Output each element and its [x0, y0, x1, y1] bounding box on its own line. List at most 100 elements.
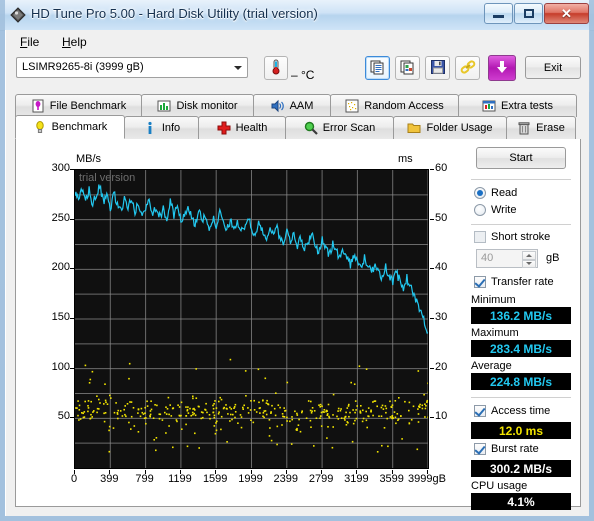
copy-image-button[interactable]: [395, 56, 420, 80]
tab-disk-monitor-label: Disk monitor: [176, 100, 238, 112]
x-tick-mark: [74, 470, 75, 474]
magnifier-icon: [304, 121, 318, 135]
tab-extra-tests-label: Extra tests: [501, 100, 553, 112]
short-stroke-spin-buttons[interactable]: [522, 251, 536, 268]
chart-canvas: [75, 170, 428, 468]
tab-random-access-label: Random Access: [364, 100, 444, 112]
checkbox-transfer-rate-label: Transfer rate: [491, 276, 554, 288]
link-button[interactable]: [455, 56, 480, 80]
radio-write[interactable]: Write: [474, 204, 516, 216]
download-arrow-icon: [494, 59, 510, 78]
y-tick-label: 300: [51, 162, 70, 174]
checkbox-short-stroke-indicator[interactable]: [474, 231, 486, 243]
benchmark-sidebar: Start Read Write Short stroke 40 gB Tran…: [468, 147, 574, 510]
save-button[interactable]: [425, 56, 450, 80]
burst-rate-value-text: 300.2 MB/s: [489, 461, 553, 476]
y-axis-unit-label: MB/s: [76, 153, 102, 165]
exit-button[interactable]: Exit: [525, 56, 581, 79]
tab-benchmark[interactable]: Benchmark: [15, 115, 125, 139]
spin-up-icon[interactable]: [522, 251, 536, 260]
y-tick-label: 250: [51, 211, 70, 224]
x-tick-label: 3999gB: [408, 473, 446, 485]
x-tick-mark: [321, 470, 323, 474]
tab-erase[interactable]: Erase: [506, 116, 576, 139]
scatter-icon: [345, 99, 359, 113]
tab-file-benchmark-label: File Benchmark: [49, 100, 127, 112]
tab-error-scan[interactable]: Error Scan: [285, 116, 394, 139]
menu-file-rest: ile: [27, 35, 40, 49]
radio-write-indicator[interactable]: [474, 204, 486, 216]
y-tick-label: 200: [51, 261, 70, 274]
checkbox-burst-rate-indicator[interactable]: [474, 443, 486, 455]
tab-info[interactable]: Info: [124, 116, 199, 139]
spin-down-icon[interactable]: [522, 259, 536, 268]
tab-bar: File Benchmark Disk monitor AAM Random A…: [15, 94, 581, 140]
tab-info-label: Info: [161, 122, 181, 134]
tab-erase-label: Erase: [536, 122, 565, 134]
y2-tick-mark: [430, 218, 434, 220]
tab-health[interactable]: Health: [198, 116, 286, 139]
maximum-value: 283.4 MB/s: [471, 340, 571, 357]
tab-random-access[interactable]: Random Access: [330, 94, 459, 117]
drive-select-value: LSIMR9265-8i (3999 gB): [22, 61, 144, 73]
drive-select[interactable]: LSIMR9265-8i (3999 gB): [16, 57, 248, 78]
chevron-down-icon[interactable]: [229, 59, 246, 76]
y2-tick-mark: [430, 169, 434, 170]
minimize-button[interactable]: [484, 3, 513, 24]
y-tick-label: 100: [51, 360, 70, 373]
y2-tick-label: 20: [435, 360, 448, 373]
x-tick-mark: [109, 470, 111, 474]
checkbox-transfer-rate-indicator[interactable]: [474, 276, 486, 288]
copy-image-icon: [400, 59, 416, 78]
trial-watermark: trial version: [79, 172, 136, 184]
y2-tick-mark: [430, 417, 434, 419]
close-button[interactable]: ✕: [544, 3, 589, 24]
short-stroke-value: 40: [481, 252, 494, 264]
y2-tick-label: 40: [435, 261, 448, 274]
cpu-usage-value-text: 4.1%: [507, 494, 535, 509]
menu-help[interactable]: Help: [56, 34, 93, 50]
x-tick-mark: [179, 470, 181, 474]
download-button[interactable]: [488, 55, 516, 81]
tab-error-scan-label: Error Scan: [322, 122, 376, 134]
y2-tick-label: 10: [435, 410, 448, 423]
y-tick-label: 50: [57, 410, 70, 423]
menu-file[interactable]: File: [14, 34, 45, 50]
access-time-value-text: 12.0 ms: [498, 423, 544, 438]
average-value: 224.8 MB/s: [471, 373, 571, 390]
y-tick-label: 150: [51, 311, 70, 323]
bar-chart-icon: [157, 99, 171, 113]
minimum-value: 136.2 MB/s: [471, 307, 571, 324]
tab-folder-usage-label: Folder Usage: [426, 122, 493, 134]
lightbulb-icon: [33, 120, 47, 134]
checkbox-transfer-rate[interactable]: Transfer rate: [474, 276, 554, 288]
tab-folder-usage[interactable]: Folder Usage: [393, 116, 507, 139]
radio-read[interactable]: Read: [474, 187, 517, 199]
checkbox-access-time-indicator[interactable]: [474, 405, 486, 417]
checkbox-burst-rate-label: Burst rate: [491, 443, 539, 455]
tab-file-benchmark[interactable]: File Benchmark: [15, 94, 142, 117]
x-tick-mark: [215, 470, 217, 474]
benchmark-chart: MB/s ms 300 250 200 150 100 50 60 50 40 30 20 10 0…: [38, 149, 458, 494]
y2-tick-label: 60: [435, 162, 448, 174]
tab-disk-monitor[interactable]: Disk monitor: [141, 94, 254, 117]
checkbox-short-stroke[interactable]: Short stroke: [474, 231, 550, 243]
checkbox-burst-rate[interactable]: Burst rate: [474, 443, 539, 455]
maximize-button[interactable]: [514, 3, 543, 24]
tab-row-bottom: Benchmark Info Health Error Scan Folder …: [15, 115, 581, 139]
temperature-button[interactable]: [264, 56, 288, 80]
y2-tick-mark: [430, 318, 434, 319]
x-tick-mark: [356, 470, 358, 474]
radio-read-indicator[interactable]: [474, 187, 486, 199]
y2-tick-mark: [430, 367, 434, 369]
checkbox-access-time[interactable]: Access time: [474, 405, 550, 417]
tab-health-label: Health: [235, 122, 268, 134]
menu-help-rest: elp: [70, 35, 87, 49]
minimum-value-text: 136.2 MB/s: [489, 308, 553, 323]
start-button[interactable]: Start: [476, 147, 566, 169]
copy-text-button[interactable]: [365, 56, 390, 80]
tab-aam[interactable]: AAM: [253, 94, 331, 117]
short-stroke-stepper[interactable]: 40: [476, 249, 538, 268]
window-title: HD Tune Pro 5.00 - Hard Disk Utility (tr…: [31, 6, 318, 21]
tab-extra-tests[interactable]: Extra tests: [458, 94, 577, 117]
